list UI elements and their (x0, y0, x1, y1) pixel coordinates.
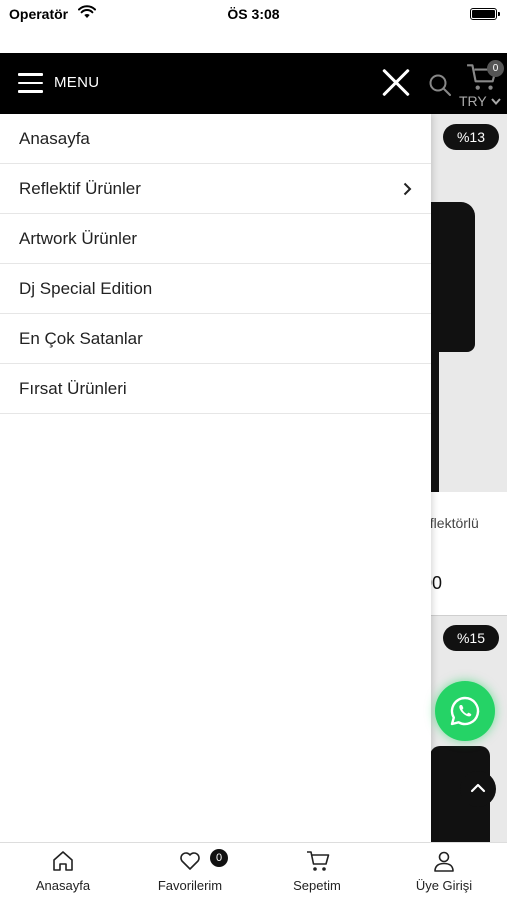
discount-badge: %15 (443, 625, 499, 651)
whatsapp-icon (450, 696, 480, 726)
nav-anasayfa[interactable]: Anasayfa (0, 843, 126, 900)
chevron-up-icon (470, 783, 486, 793)
close-menu-button[interactable] (380, 67, 412, 99)
hamburger-icon (18, 73, 43, 93)
drawer-item-artwork-urunler[interactable]: Artwork Ürünler (0, 214, 431, 264)
drawer-item-label: Reflektif Ürünler (19, 179, 141, 198)
favorites-count-badge: 0 (210, 849, 228, 867)
drawer-item-dj-special-edition[interactable]: Dj Special Edition (0, 264, 431, 314)
nav-label: Sepetim (293, 878, 341, 893)
discount-badge: %13 (443, 124, 499, 150)
status-bar: Operatör ÖS 3:08 (0, 0, 507, 30)
drawer-item-label: Artwork Ürünler (19, 229, 138, 248)
nav-uye-girisi[interactable]: Üye Girişi (381, 843, 507, 900)
whatsapp-button[interactable] (435, 681, 495, 741)
drawer-item-en-cok-satanlar[interactable]: En Çok Satanlar (0, 314, 431, 364)
nav-label: Favorilerim (157, 878, 223, 893)
battery-icon (470, 8, 500, 20)
drawer-item-reflektif-urunler[interactable]: Reflektif Ürünler (0, 164, 431, 214)
nav-label: Üye Girişi (415, 878, 473, 893)
cart-count-badge: 0 (487, 60, 504, 77)
nav-favorilerim[interactable]: 0 Favorilerim (127, 843, 253, 900)
drawer-item-anasayfa[interactable]: Anasayfa (0, 114, 431, 164)
user-icon (434, 851, 454, 872)
side-drawer-menu: Anasayfa Reflektif Ürünler Artwork Ürünl… (0, 114, 431, 842)
top-header: MENU 0 TRY (0, 53, 507, 114)
chevron-right-icon (403, 182, 412, 196)
home-icon (53, 851, 73, 871)
drawer-item-firsat-urunleri[interactable]: Fırsat Ürünleri (0, 364, 431, 414)
bottom-navigation: Anasayfa 0 Favorilerim Sepetim Üye Giriş… (0, 842, 507, 900)
heart-icon (180, 852, 200, 870)
chevron-down-icon (491, 98, 501, 105)
drawer-item-label: Anasayfa (19, 129, 90, 148)
menu-button[interactable]: MENU (18, 70, 100, 98)
cart-icon (307, 851, 330, 871)
clock: ÖS 3:08 (227, 6, 280, 22)
menu-label: MENU (54, 74, 100, 91)
drawer-item-label: Dj Special Edition (19, 279, 153, 298)
scroll-to-top-button[interactable] (460, 771, 496, 807)
nav-sepetim[interactable]: Sepetim (254, 843, 380, 900)
drawer-item-label: Fırsat Ürünleri (19, 379, 127, 398)
drawer-item-label: En Çok Satanlar (19, 329, 143, 348)
currency-selector[interactable]: TRY (459, 93, 487, 109)
search-icon[interactable] (428, 73, 452, 97)
nav-label: Anasayfa (35, 878, 91, 893)
